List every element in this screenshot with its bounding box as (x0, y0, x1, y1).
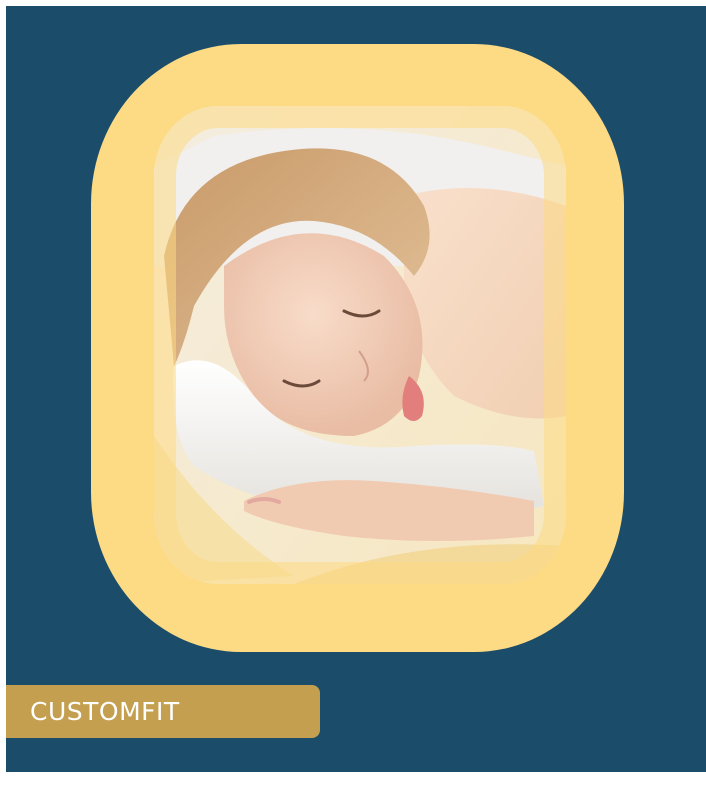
product-card: CUSTOMFIT (6, 6, 706, 772)
product-label-tab: CUSTOMFIT (6, 685, 320, 738)
sleeping-woman-photo-icon (154, 106, 566, 584)
product-photo (154, 106, 566, 584)
product-label: CUSTOMFIT (30, 697, 180, 726)
